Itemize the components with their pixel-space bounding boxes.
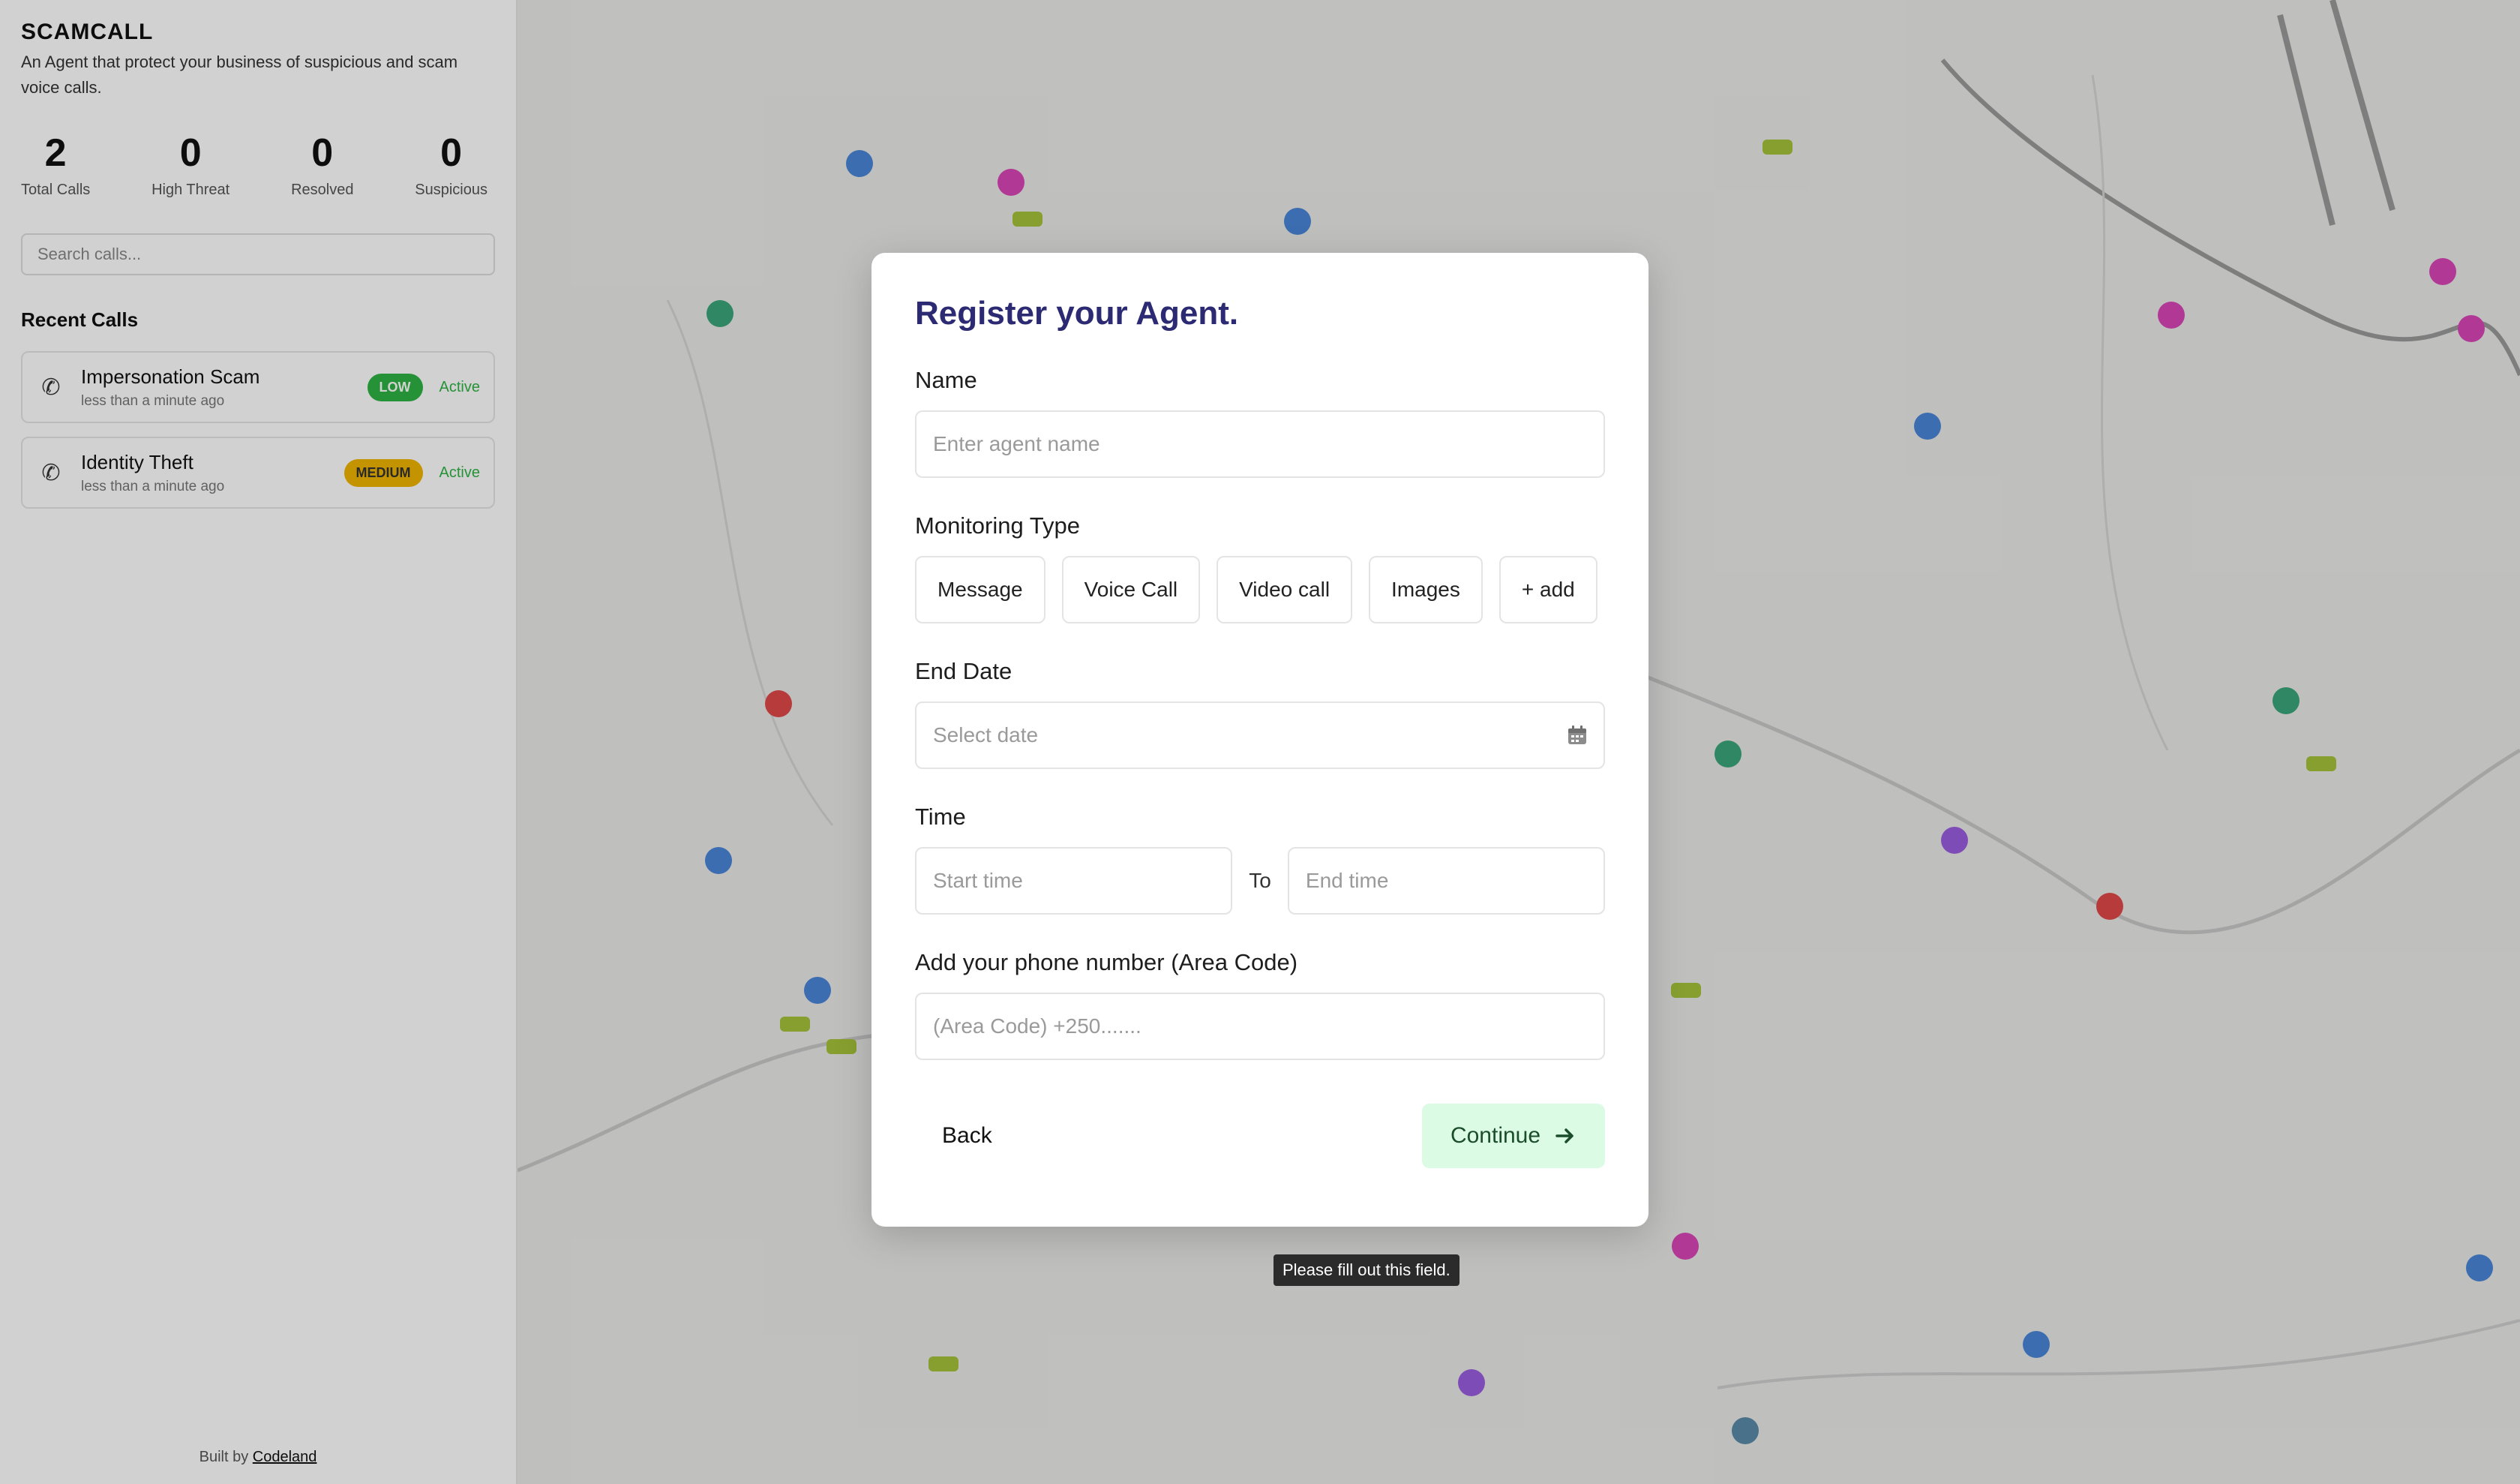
phone-number-input[interactable]: (Area Code) +250....... bbox=[915, 993, 1605, 1060]
monitoring-option-voice-call[interactable]: Voice Call bbox=[1061, 556, 1201, 623]
monitoring-option-message[interactable]: Message bbox=[915, 556, 1046, 623]
phone-label: Add your phone number (Area Code) bbox=[915, 949, 1298, 975]
monitoring-option-video-call[interactable]: Video call bbox=[1216, 556, 1353, 623]
arrow-right-icon bbox=[1556, 1128, 1574, 1143]
end-date-input[interactable]: Select date bbox=[915, 701, 1605, 769]
end-date-label: End Date bbox=[915, 658, 1012, 684]
register-agent-modal: Register your Agent. Name Enter agent na… bbox=[872, 253, 1648, 1227]
modal-title: Register your Agent. bbox=[915, 295, 1239, 332]
agent-name-input[interactable]: Enter agent name bbox=[915, 410, 1605, 478]
monitoring-option-images[interactable]: Images bbox=[1369, 556, 1483, 623]
calendar-icon[interactable] bbox=[1568, 725, 1587, 745]
monitoring-type-options: Message Voice Call Video call Images + a… bbox=[915, 556, 1605, 623]
to-label: To bbox=[1249, 869, 1271, 892]
monitoring-type-label: Monitoring Type bbox=[915, 512, 1080, 539]
back-button[interactable]: Back bbox=[915, 1105, 1019, 1167]
continue-button[interactable]: Continue bbox=[1422, 1104, 1605, 1168]
modal-actions: Back Continue bbox=[915, 1104, 1605, 1168]
start-time-input[interactable]: Start time bbox=[915, 847, 1233, 915]
time-range: Start time To End time bbox=[915, 847, 1606, 915]
end-time-input[interactable]: End time bbox=[1287, 847, 1606, 915]
name-label: Name bbox=[915, 367, 977, 393]
validation-tooltip: Please fill out this field. bbox=[1274, 1254, 1460, 1286]
add-monitoring-option-button[interactable]: + add bbox=[1498, 556, 1598, 623]
continue-label: Continue bbox=[1450, 1123, 1541, 1148]
end-date-placeholder: Select date bbox=[933, 723, 1039, 747]
time-label: Time bbox=[915, 804, 966, 830]
